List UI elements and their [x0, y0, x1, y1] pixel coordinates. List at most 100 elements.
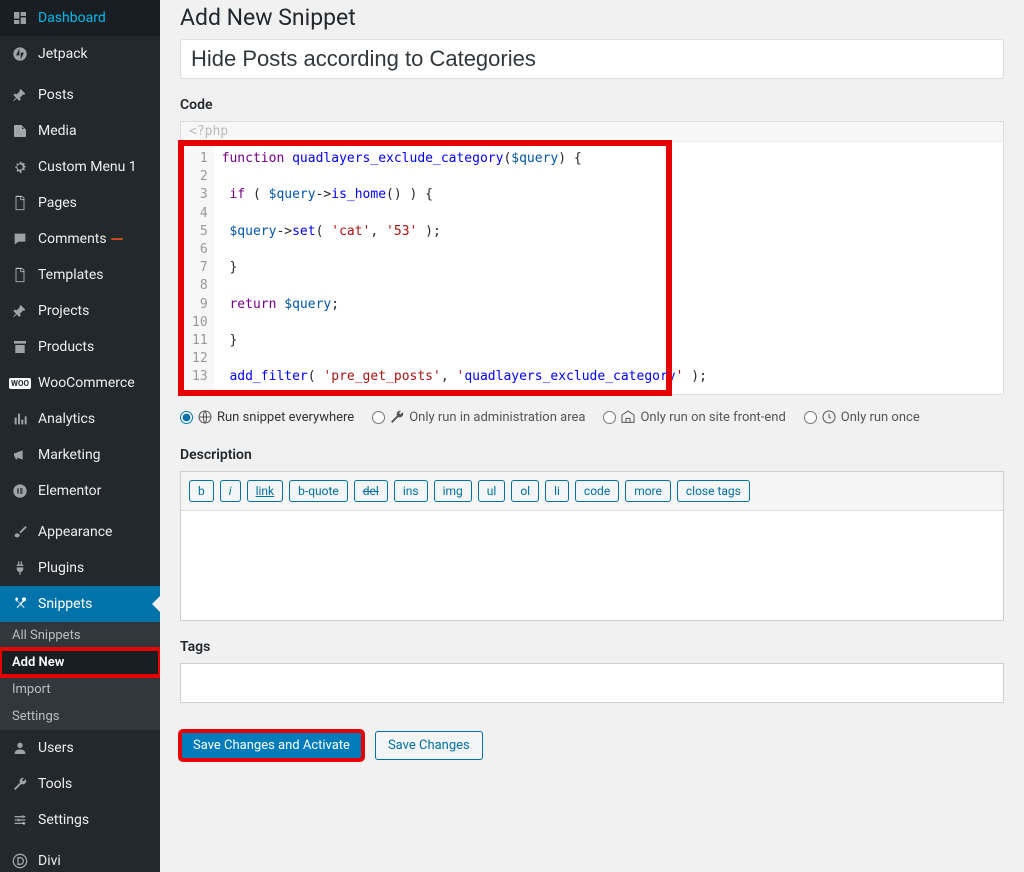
- wrench-icon: [389, 409, 405, 425]
- description-textarea[interactable]: [181, 511, 1003, 616]
- sidebar-item-elementor[interactable]: Elementor: [0, 473, 160, 509]
- code-label: Code: [180, 97, 1004, 113]
- code-editor[interactable]: <?php 1 2 3 4 5 6 7 8 9 10 11 12 13 func…: [180, 121, 1004, 395]
- scope-radio-3[interactable]: Only run once: [804, 409, 920, 425]
- sidebar-item-label: Comments: [38, 231, 107, 247]
- scope-radio-label: Only run in administration area: [409, 410, 585, 425]
- snippet-title-input[interactable]: [180, 39, 1004, 79]
- quicktags-toolbar: bilinkb-quote delinsimgulollicode more clos…: [181, 472, 1003, 511]
- scope-radio-label: Only run on site front-end: [640, 410, 785, 425]
- woo-icon: WOO: [10, 373, 30, 393]
- sidebar-item-products[interactable]: Products: [0, 329, 160, 365]
- code-area[interactable]: 1 2 3 4 5 6 7 8 9 10 11 12 13 function q…: [180, 142, 670, 394]
- divi-icon: [10, 851, 30, 871]
- dashboard-icon: [10, 8, 30, 28]
- save-activate-button[interactable]: Save Changes and Activate: [180, 731, 363, 760]
- sidebar-item-comments[interactable]: Comments: [0, 221, 160, 257]
- wrench-icon: [10, 774, 30, 794]
- sidebar-item-projects[interactable]: Projects: [0, 293, 160, 329]
- line-gutter: 1 2 3 4 5 6 7 8 9 10 11 12 13: [184, 146, 214, 390]
- sidebar-item-dashboard[interactable]: Dashboard: [0, 0, 160, 36]
- sidebar-item-tools[interactable]: Tools: [0, 766, 160, 802]
- scope-radio-0[interactable]: Run snippet everywhere: [180, 409, 354, 425]
- main-content: Add New Snippet Code <?php 1 2 3 4 5 6 7…: [160, 0, 1024, 872]
- tags-label: Tags: [180, 639, 1004, 655]
- qt-ol[interactable]: ol: [511, 480, 539, 502]
- pin-icon: [10, 85, 30, 105]
- description-editor: bilinkb-quote delinsimgulollicode more clos…: [180, 471, 1004, 621]
- sidebar-item-label: Templates: [38, 267, 104, 283]
- scope-radio-input[interactable]: [804, 411, 817, 424]
- sidebar-item-templates[interactable]: Templates: [0, 257, 160, 293]
- scope-radio-1[interactable]: Only run in administration area: [372, 409, 585, 425]
- gear-icon: [10, 157, 30, 177]
- sidebar-item-pages[interactable]: Pages: [0, 185, 160, 221]
- scope-radio-label: Run snippet everywhere: [217, 410, 354, 425]
- site-icon: [620, 409, 636, 425]
- sidebar-item-media[interactable]: Media: [0, 113, 160, 149]
- media-icon: [10, 121, 30, 141]
- sidebar-item-label: Pages: [38, 195, 77, 211]
- qt-close-tags[interactable]: close tags: [677, 480, 750, 502]
- sidebar-sub-settings[interactable]: Settings: [0, 703, 160, 730]
- qt-more[interactable]: more: [625, 480, 671, 502]
- sidebar-item-label: Users: [38, 740, 74, 756]
- sidebar-item-users[interactable]: Users: [0, 730, 160, 766]
- save-button[interactable]: Save Changes: [375, 731, 483, 760]
- sidebar-item-settings[interactable]: Settings: [0, 802, 160, 838]
- sidebar-item-label: Tools: [38, 776, 72, 792]
- sidebar-item-label: Marketing: [38, 447, 101, 463]
- sidebar-item-label: Appearance: [38, 524, 112, 540]
- tags-input[interactable]: [180, 663, 1004, 703]
- scope-radio-row: Run snippet everywhere Only run in admini…: [180, 395, 1004, 429]
- scope-radio-input[interactable]: [180, 411, 193, 424]
- sidebar-item-posts[interactable]: Posts: [0, 77, 160, 113]
- scope-radio-2[interactable]: Only run on site front-end: [603, 409, 785, 425]
- analytics-icon: [10, 409, 30, 429]
- sidebar-item-divi[interactable]: Divi: [0, 843, 160, 872]
- sidebar-sub-add-new[interactable]: Add New: [0, 649, 160, 676]
- sidebar-item-woocommerce[interactable]: WOOWooCommerce: [0, 365, 160, 401]
- sidebar-item-appearance[interactable]: Appearance: [0, 514, 160, 550]
- sidebar-item-label: Dashboard: [38, 10, 106, 26]
- sidebar-item-label: Projects: [38, 303, 89, 319]
- qt-del[interactable]: del: [354, 480, 388, 502]
- page-icon: [10, 193, 30, 213]
- sidebar-sub-all-snippets[interactable]: All Snippets: [0, 622, 160, 649]
- sidebar-item-label: Plugins: [38, 560, 84, 576]
- qt-img[interactable]: img: [434, 480, 472, 502]
- qt-link[interactable]: link: [247, 480, 284, 502]
- sidebar-sub-import[interactable]: Import: [0, 676, 160, 703]
- elementor-icon: [10, 481, 30, 501]
- description-label: Description: [180, 447, 1004, 463]
- qt-ins[interactable]: ins: [394, 480, 428, 502]
- sidebar-item-label: Posts: [38, 87, 74, 103]
- qt-code[interactable]: code: [575, 480, 619, 502]
- page-icon: [10, 265, 30, 285]
- brush-icon: [10, 522, 30, 542]
- scope-radio-input[interactable]: [603, 411, 616, 424]
- user-icon: [10, 738, 30, 758]
- qt-ul[interactable]: ul: [478, 480, 506, 502]
- qt-i[interactable]: i: [220, 480, 241, 502]
- jetpack-icon: [10, 44, 30, 64]
- sidebar-item-jetpack[interactable]: Jetpack: [0, 36, 160, 72]
- sidebar-item-label: Settings: [38, 812, 89, 828]
- admin-sidebar: Dashboard Jetpack Posts Media Custom Menu 1 P…: [0, 0, 160, 872]
- sidebar-item-label: Snippets: [38, 596, 92, 612]
- qt-b-quote[interactable]: b-quote: [289, 480, 348, 502]
- scope-radio-input[interactable]: [372, 411, 385, 424]
- clock-icon: [821, 409, 837, 425]
- sidebar-item-label: Elementor: [38, 483, 101, 499]
- sidebar-item-marketing[interactable]: Marketing: [0, 437, 160, 473]
- sidebar-item-label: Media: [38, 123, 77, 139]
- sidebar-item-analytics[interactable]: Analytics: [0, 401, 160, 437]
- sidebar-item-snippets[interactable]: Snippets: [0, 586, 160, 622]
- qt-b[interactable]: b: [189, 480, 214, 502]
- qt-li[interactable]: li: [545, 480, 569, 502]
- sidebar-item-custom-menu-1[interactable]: Custom Menu 1: [0, 149, 160, 185]
- sidebar-item-plugins[interactable]: Plugins: [0, 550, 160, 586]
- code-content[interactable]: function quadlayers_exclude_category($qu…: [214, 146, 715, 390]
- comment-icon: [10, 229, 30, 249]
- pin-icon: [10, 301, 30, 321]
